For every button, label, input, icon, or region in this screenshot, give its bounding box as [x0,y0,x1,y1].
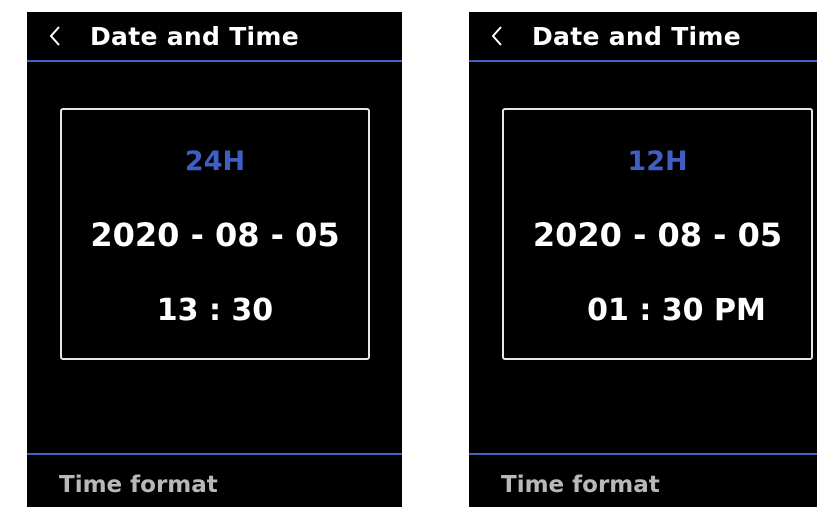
page-title: Date and Time [90,22,300,51]
time-format-menu-item[interactable]: Time format [59,472,218,498]
time-value: 13 : 30 [156,293,274,328]
date-time-screen-24h: Date and Time 24H 2020 - 08 - 05 13 : 30… [27,12,402,507]
header-bar: Date and Time [469,12,817,62]
time-format-value: 24H [184,146,246,177]
time-display-box[interactable]: 24H 2020 - 08 - 05 13 : 30 [60,108,370,360]
time-format-menu-item[interactable]: Time format [501,472,660,498]
chevron-left-icon[interactable] [47,24,63,48]
date-time-screen-12h: Date and Time 12H 2020 - 08 - 05 01 : 30… [469,12,817,507]
footer-divider [27,453,402,455]
date-value: 2020 - 08 - 05 [532,216,783,254]
page-title: Date and Time [532,22,742,51]
footer-divider [469,453,817,455]
header-bar: Date and Time [27,12,402,62]
chevron-left-icon[interactable] [489,24,505,48]
date-value: 2020 - 08 - 05 [90,216,340,254]
time-format-value: 12H [627,146,688,177]
time-value: 01 : 30 PM [587,293,766,328]
time-display-box[interactable]: 12H 2020 - 08 - 05 01 : 30 PM [502,108,813,360]
